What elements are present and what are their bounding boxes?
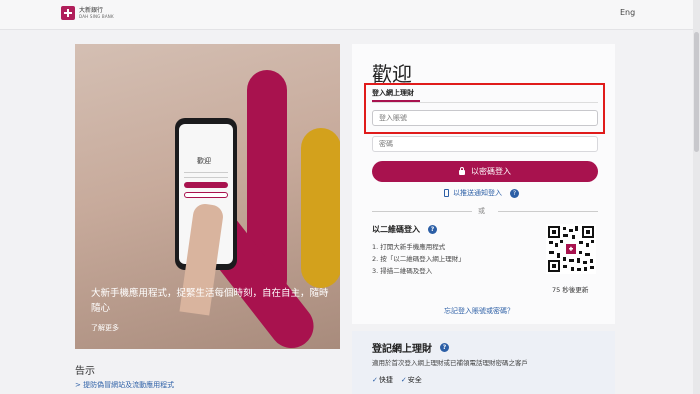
- feature-tag: 安全: [407, 376, 422, 384]
- qr-code: [546, 224, 596, 274]
- language-switch-link[interactable]: Eng: [620, 8, 635, 17]
- notice-heading: 告示: [75, 366, 95, 377]
- register-panel: 登記網上理財 ? 適用於首次登入網上理財或已補領電話理財密碼之客戶 ✓快捷 ✓安…: [352, 331, 615, 394]
- highlight-box: [364, 83, 605, 134]
- scrollbar-thumb[interactable]: [694, 32, 699, 152]
- promo-banner[interactable]: 歡迎 大新手機應用程式，捉緊生活每個時刻，自在自主，隨時隨心 了解更多: [75, 44, 340, 349]
- logo-english-name: DAH SING BANK: [79, 13, 114, 19]
- register-description: 適用於首次登入網上理財或已補領電話理財密碼之客戶: [372, 359, 528, 367]
- decor-shape-yellow: [301, 128, 340, 288]
- promo-caption: 大新手機應用程式，捉緊生活每個時刻，自在自主，隨時隨心: [91, 288, 329, 314]
- qr-help-icon[interactable]: ?: [428, 225, 437, 234]
- bank-logo[interactable]: 大新銀行 DAH SING BANK: [61, 6, 114, 20]
- help-icon[interactable]: ?: [510, 188, 519, 198]
- logo-chinese-name: 大新銀行: [79, 6, 104, 14]
- phone-screen-title: 歡迎: [197, 157, 211, 165]
- or-divider: 或: [372, 206, 598, 216]
- register-heading[interactable]: 登記網上理財 ?: [372, 340, 449, 355]
- qr-step: 3. 掃描二維碼及登入: [372, 267, 433, 275]
- fraud-warning-link[interactable]: > 提防偽冒網站及流動應用程式: [75, 380, 174, 390]
- page-scrollbar[interactable]: [693, 0, 700, 394]
- qr-login-heading: 以二維碼登入 ?: [372, 224, 437, 235]
- forgot-credentials-link[interactable]: 忘記登入賬號或密碼？: [444, 306, 514, 316]
- password-input[interactable]: [372, 136, 598, 152]
- learn-more-link[interactable]: 了解更多: [91, 323, 119, 333]
- qr-steps-list: 1. 打開大新手機應用程式 2. 按「以二維碼登入網上理財」 3. 掃描二維碼及…: [372, 241, 465, 277]
- feature-tag: 快捷: [378, 376, 393, 384]
- or-label: 或: [478, 207, 485, 215]
- top-bar: 大新銀行 DAH SING BANK Eng: [0, 0, 700, 30]
- password-login-label: 以密碼登入: [471, 167, 511, 176]
- mobile-phone-icon: [444, 189, 449, 197]
- register-help-icon[interactable]: ?: [440, 343, 449, 352]
- lock-icon: [459, 167, 465, 175]
- register-features: ✓快捷 ✓安全: [372, 375, 430, 385]
- qr-refresh-countdown: 75 秒後更新: [552, 286, 589, 294]
- qr-step: 2. 按「以二維碼登入網上理財」: [372, 255, 465, 263]
- qr-step: 1. 打開大新手機應用程式: [372, 243, 446, 251]
- checkmark-icon: ✓: [400, 376, 407, 384]
- bank-logo-icon: [61, 6, 75, 20]
- push-notification-login[interactable]: 以推送通知登入 ?: [444, 188, 519, 198]
- password-login-button[interactable]: 以密碼登入: [372, 161, 598, 182]
- checkmark-icon: ✓: [372, 376, 378, 384]
- push-login-label: 以推送通知登入: [453, 189, 502, 197]
